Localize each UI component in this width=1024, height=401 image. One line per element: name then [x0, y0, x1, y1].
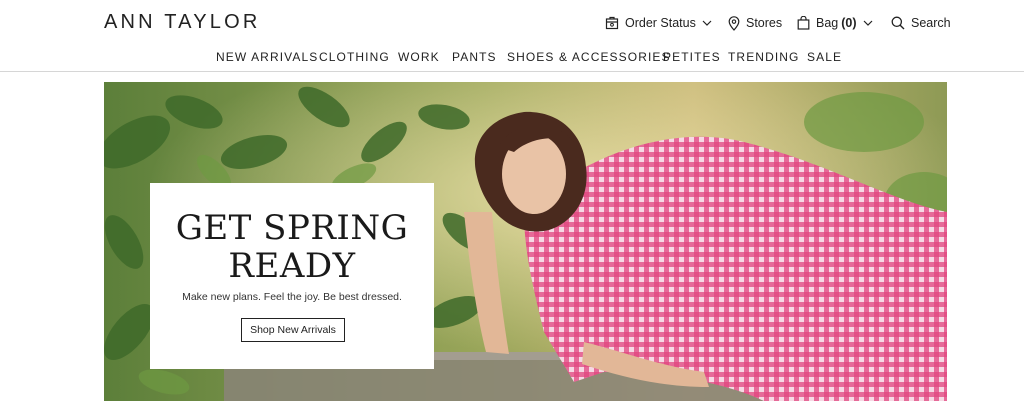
stores-link[interactable]: Stores — [728, 14, 782, 32]
nav-pants[interactable]: PANTS — [452, 50, 497, 64]
order-status-label: Order Status — [625, 16, 696, 30]
nav-sale[interactable]: SALE — [807, 50, 842, 64]
site-header: ANN TAYLOR Order Status Stores Bag (0) S… — [0, 0, 1024, 72]
promo-headline: GET SPRING READY — [150, 209, 434, 285]
nav-trending[interactable]: TRENDING — [728, 50, 799, 64]
promo-headline-line2: READY — [228, 246, 356, 286]
shop-new-arrivals-button[interactable]: Shop New Arrivals — [241, 318, 345, 342]
promo-card: GET SPRING READY Make new plans. Feel th… — [150, 183, 434, 369]
nav-shoes-accessories[interactable]: SHOES & ACCESSORIES — [507, 50, 671, 64]
brand-logo[interactable]: ANN TAYLOR — [104, 11, 260, 34]
search-link[interactable]: Search — [891, 14, 951, 32]
bag-label: Bag — [816, 16, 839, 30]
nav-clothing[interactable]: CLOTHING — [319, 50, 390, 64]
promo-headline-line1: GET SPRING — [175, 208, 409, 248]
shopping-bag-icon — [797, 16, 810, 30]
nav-petites[interactable]: PETITES — [663, 50, 721, 64]
bag-count: (0) — [841, 16, 857, 30]
search-icon — [891, 16, 905, 30]
hero-banner[interactable]: GET SPRING READY Make new plans. Feel th… — [104, 82, 947, 401]
chevron-down-icon — [702, 20, 712, 26]
chevron-down-icon — [863, 20, 872, 26]
stores-label: Stores — [746, 16, 783, 30]
main-navigation: NEW ARRIVALS CLOTHING WORK PANTS SHOES &… — [0, 50, 1024, 68]
bag-link[interactable]: Bag (0) — [797, 14, 873, 32]
search-label: Search — [911, 16, 951, 30]
order-box-icon — [605, 16, 619, 30]
location-pin-icon — [728, 15, 740, 31]
promo-subtitle: Make new plans. Feel the joy. Be best dr… — [182, 291, 402, 303]
nav-new-arrivals[interactable]: NEW ARRIVALS — [216, 50, 318, 64]
nav-work[interactable]: WORK — [398, 50, 440, 64]
order-status-link[interactable]: Order Status — [605, 14, 712, 32]
